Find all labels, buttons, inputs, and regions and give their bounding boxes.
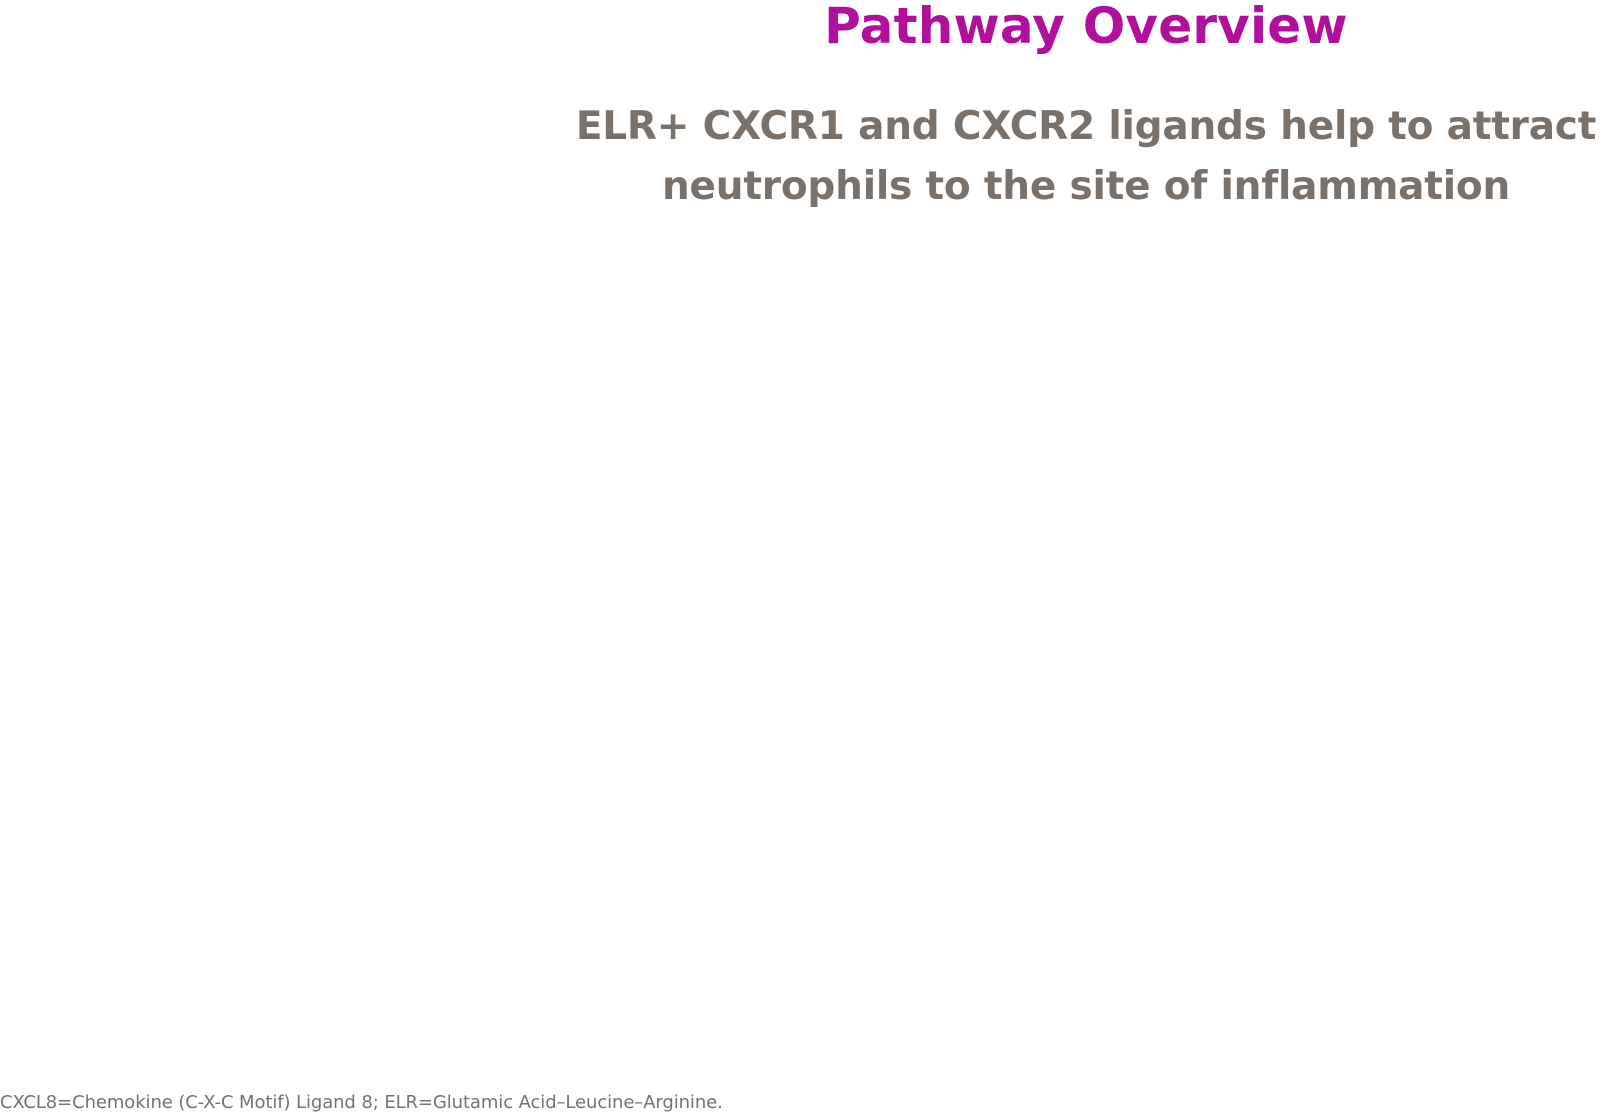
page-title: Pathway Overview xyxy=(824,0,1348,55)
slide-canvas: Pathway Overview ELR+ CXCR1 and CXCR2 li… xyxy=(0,0,1612,1120)
subtitle-line-2: neutrophils to the site of inflammation xyxy=(661,164,1511,209)
subtitle-line-1: ELR+ CXCR1 and CXCR2 ligands help to att… xyxy=(575,104,1597,149)
abbreviations-footnote: CXCL8=Chemokine (C-X-C Motif) Ligand 8; … xyxy=(0,1092,723,1113)
page-subtitle: ELR+ CXCR1 and CXCR2 ligands help to att… xyxy=(560,97,1612,217)
